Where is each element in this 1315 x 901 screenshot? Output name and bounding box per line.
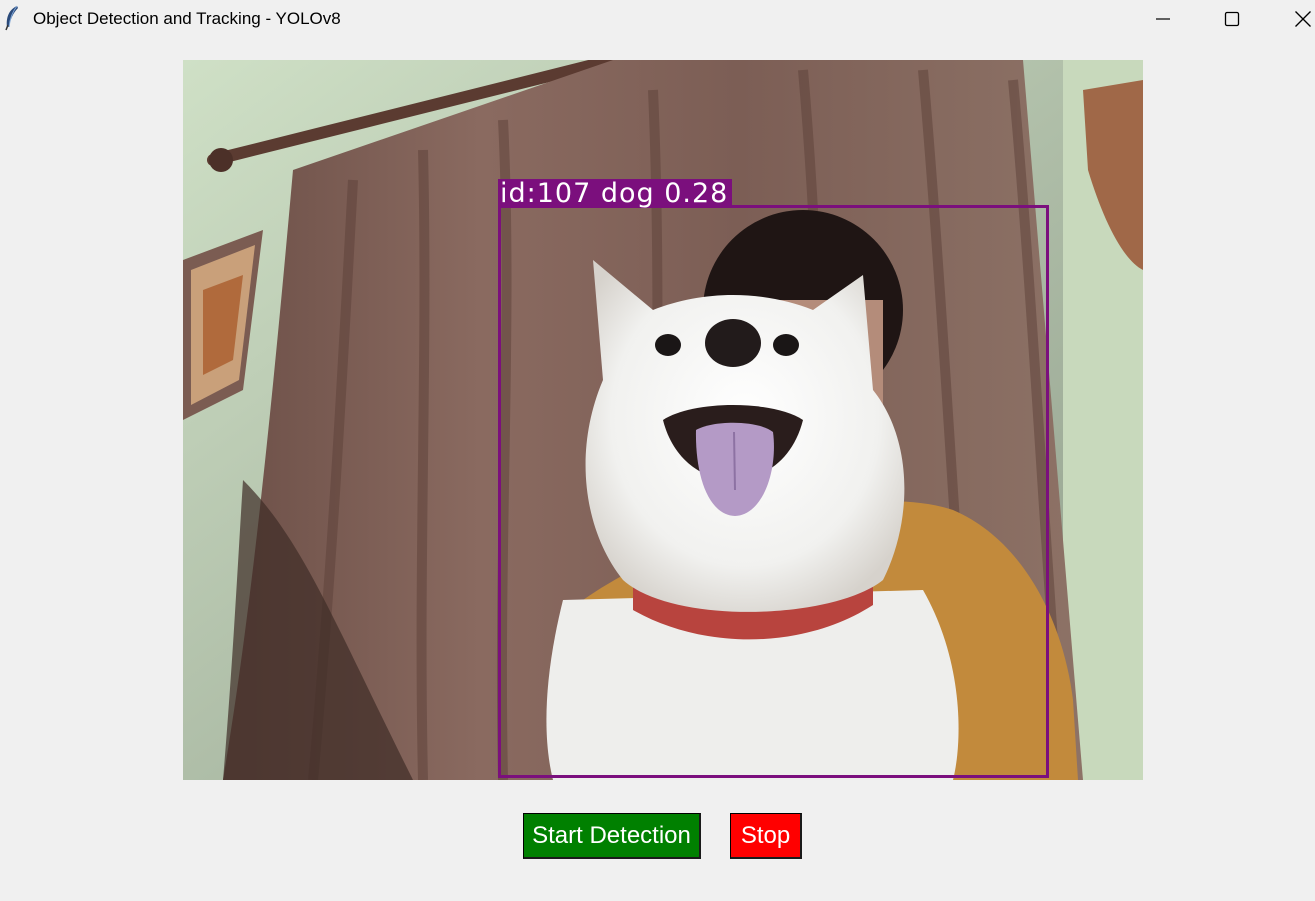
stop-button[interactable]: Stop [730,813,802,859]
start-detection-button[interactable]: Start Detection [523,813,701,859]
maximize-button[interactable] [1209,0,1255,38]
feather-icon [4,5,22,31]
detection-label: id:107 dog 0.28 [498,179,733,209]
minimize-button[interactable] [1140,0,1186,38]
close-button[interactable] [1280,0,1315,38]
title-bar: Object Detection and Tracking - YOLOv8 [0,0,1315,38]
close-icon [1295,11,1311,27]
video-feed: id:107 dog 0.28 [183,60,1143,780]
window-title: Object Detection and Tracking - YOLOv8 [33,9,341,28]
maximize-icon [1224,11,1240,27]
detection-bounding-box [498,205,1049,778]
minimize-icon [1156,18,1170,20]
